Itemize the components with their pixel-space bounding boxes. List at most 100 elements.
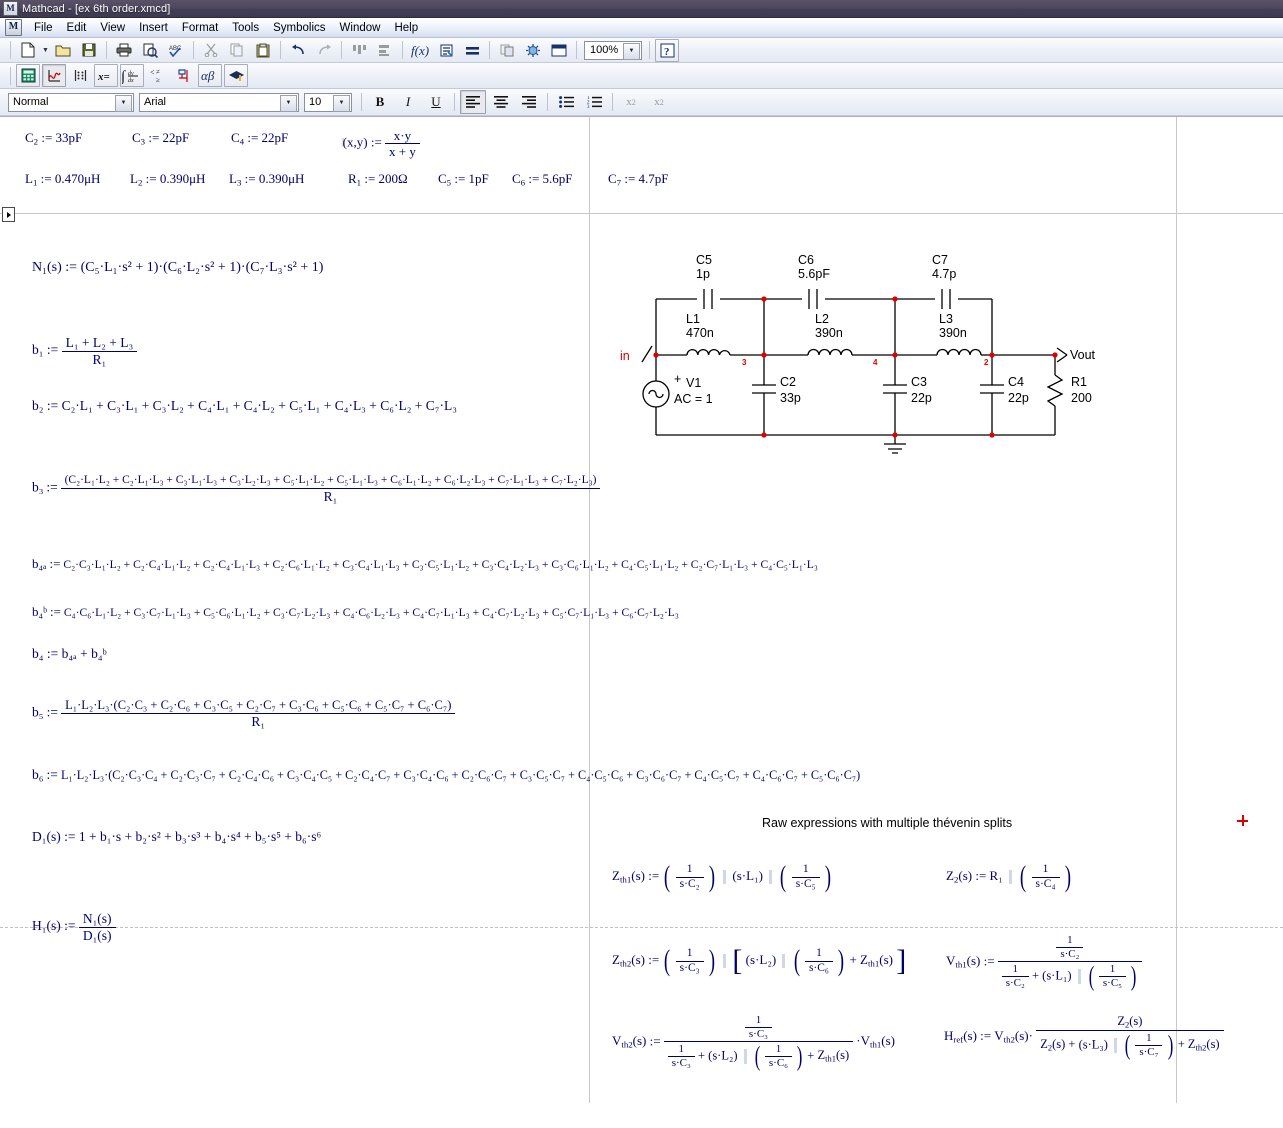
italic-button[interactable]: I xyxy=(395,90,421,114)
bullet-list-button[interactable] xyxy=(553,90,579,114)
definition-b2[interactable]: b₂ := C₂·L₁ + C₃·L₁ + C₃·L₂ + C₄·L₁ + C₄… xyxy=(32,399,457,413)
print-preview-icon[interactable] xyxy=(138,39,162,62)
definition-Zth2[interactable]: Zth2(s) := ( 1 s·C₃ ) [ (s·L₂) ( 1 s·C₆ … xyxy=(612,946,906,976)
superscript-button[interactable]: x2 xyxy=(618,90,644,114)
definition-L2[interactable]: L2 := 0.390μH xyxy=(130,172,205,187)
chevron-down-icon[interactable]: ▼ xyxy=(115,94,132,112)
definition-b4b[interactable]: b₄ᵇ := C₄·C₆·L₁·L₂ + C₃·C₇·L₁·L₃ + C₅·C₆… xyxy=(32,605,679,619)
definition-L3[interactable]: L3 := 0.390μH xyxy=(229,172,304,187)
spell-check-icon[interactable]: ABC xyxy=(164,39,188,62)
zoom-combobox[interactable]: 100% ▼ xyxy=(584,40,642,60)
menu-edit[interactable]: Edit xyxy=(60,20,94,36)
undo-icon[interactable] xyxy=(286,39,310,62)
definition-C7-value: 4.7pF xyxy=(638,171,669,186)
denominator-term-b: (s·L₁) xyxy=(1042,968,1072,983)
programming-palette-icon[interactable] xyxy=(172,64,196,87)
definition-C6[interactable]: C6 := 5.6pF xyxy=(512,172,573,187)
boolean-palette-icon[interactable]: < ≠ ≥ xyxy=(146,64,170,87)
paste-icon[interactable] xyxy=(251,39,275,62)
definition-Vth2-multiplier: ·Vth1(s) xyxy=(856,1033,896,1050)
menu-window[interactable]: Window xyxy=(333,20,388,36)
insert-hyperlink-icon[interactable] xyxy=(495,39,519,62)
definition-Zth1[interactable]: Zth1(s) := ( 1 s·C₂ ) (s·L₁) ( 1 s·C₅ ) xyxy=(612,862,833,892)
definition-D1[interactable]: D₁(s) := 1 + b₁·s + b₂·s² + b₃·s³ + b₄·s… xyxy=(32,830,321,844)
menu-format[interactable]: Format xyxy=(175,20,225,36)
align-across-icon[interactable] xyxy=(347,39,371,62)
definition-C3[interactable]: C3 := 22pF xyxy=(132,131,189,146)
definition-C2[interactable]: C2 := 33pF xyxy=(25,131,82,146)
font-size-combobox[interactable]: 10 ▼ xyxy=(304,92,352,112)
menu-file[interactable]: File xyxy=(27,20,60,36)
filter-circuit-diagram[interactable]: C5 1p C6 5.6pF C7 4.7p L1 470n L2 390n L… xyxy=(612,245,1152,460)
calculus-palette-icon[interactable]: ∫ dy dx xyxy=(120,64,144,87)
insert-area-icon[interactable] xyxy=(547,39,571,62)
symbolic-palette-icon[interactable] xyxy=(224,64,248,87)
definition-N1[interactable]: N₁(s) := (C₅·L₁·s² + 1)·(C₆·L₂·s² + 1)·(… xyxy=(32,261,323,275)
open-paren: ( xyxy=(793,944,800,977)
definition-b4a[interactable]: b₄ₐ := C₂·C₃·L₁·L₂ + C₂·C₄·L₁·L₂ + C₂·C₄… xyxy=(32,557,818,571)
align-right-button[interactable] xyxy=(516,90,542,114)
underline-button[interactable]: U xyxy=(423,90,449,114)
evaluation-palette-icon[interactable]: x= xyxy=(94,64,118,87)
definition-b1-lhs: b₁ xyxy=(32,342,44,358)
menu-symbolics[interactable]: Symbolics xyxy=(266,20,332,36)
open-folder-icon[interactable] xyxy=(51,39,75,62)
menu-tools[interactable]: Tools xyxy=(225,20,266,36)
definition-C5[interactable]: C5 := 1pF xyxy=(438,172,489,187)
calculate-equals-icon[interactable] xyxy=(460,39,484,62)
definition-b3[interactable]: b₃ := (C₂·L₁·L₂ + C₂·L₁·L₃ + C₃·L₁·L₃ + … xyxy=(32,474,601,503)
definition-Href[interactable]: Href(s) := Vth2(s)· Z2(s) Z2(s) + (s·L₃)… xyxy=(944,1015,1224,1059)
calculator-palette-icon[interactable] xyxy=(16,64,40,87)
chevron-down-icon[interactable]: ▼ xyxy=(280,94,297,112)
definition-N1-rhs: (C₅·L₁·s² + 1)·(C₆·L₂·s² + 1)·(C₇·L₃·s² … xyxy=(80,260,324,275)
chevron-down-icon[interactable]: ▼ xyxy=(333,94,350,112)
insert-unit-icon[interactable] xyxy=(434,39,458,62)
definition-H1-lhs: H₁(s) xyxy=(32,918,61,934)
definition-L1[interactable]: L1 := 0.470μH xyxy=(25,172,100,187)
definition-C7[interactable]: C7 := 4.7pF xyxy=(608,172,669,187)
definition-Z2[interactable]: Z2(s) := R₁ ( 1 s·C₄ ) xyxy=(946,862,1073,892)
bold-button[interactable]: B xyxy=(367,90,393,114)
definition-C4[interactable]: C4 := 22pF xyxy=(231,131,288,146)
redo-icon[interactable] xyxy=(312,39,336,62)
new-document-icon[interactable] xyxy=(16,39,40,62)
definition-R1[interactable]: R1 := 200Ω xyxy=(348,172,408,187)
definition-H1[interactable]: H₁(s) := N₁(s) D₁(s) xyxy=(32,912,116,942)
insert-function-icon[interactable]: f(x) xyxy=(408,39,432,62)
definition-b1[interactable]: b₁ := L₁ + L₂ + L₃ R₁ xyxy=(32,336,138,366)
definition-b5[interactable]: b₅ := L₁·L₂·L₃·(C₂·C₃ + C₂·C₆ + C₃·C₅ + … xyxy=(32,699,456,728)
graph-palette-icon[interactable] xyxy=(42,64,66,87)
copy-icon[interactable] xyxy=(225,39,249,62)
definition-Href-fraction: Z2(s) Z2(s) + (s·L₃) ( 1 s·C₇ ) + Zth2(s… xyxy=(1036,1015,1224,1059)
matrix-palette-icon[interactable] xyxy=(68,64,92,87)
help-icon[interactable]: ? xyxy=(655,38,679,62)
menu-insert[interactable]: Insert xyxy=(132,20,175,36)
page-break-handle[interactable] xyxy=(2,207,15,222)
chevron-down-icon[interactable]: ▼ xyxy=(623,42,640,60)
definition-b6[interactable]: b₆ := L₁·L₂·L₃·(C₂·C₃·C₄ + C₂·C₃·C₇ + C₂… xyxy=(32,768,860,782)
new-document-dropdown-icon[interactable]: ▼ xyxy=(41,40,50,61)
align-center-button[interactable] xyxy=(488,90,514,114)
toolbar-divider xyxy=(454,93,455,111)
menu-help[interactable]: Help xyxy=(387,20,425,36)
subscript-button[interactable]: x2 xyxy=(646,90,672,114)
definition-parallel-operator[interactable]: ‖(x,y) := x·y x + y xyxy=(341,129,420,158)
numbered-list-button[interactable]: 123 xyxy=(581,90,607,114)
cut-scissors-icon[interactable] xyxy=(199,39,223,62)
definition-Vth1[interactable]: Vth1(s) := 1 s·C₂ 1 s·C₂ + (s·L₁) ( 1 s·… xyxy=(946,935,1143,990)
definition-b4[interactable]: b₄ := b₄ₐ + b₄ᵇ xyxy=(32,647,107,661)
save-icon[interactable] xyxy=(77,39,101,62)
document-menu-icon[interactable]: M xyxy=(5,19,22,36)
menu-view[interactable]: View xyxy=(93,20,132,36)
print-icon[interactable] xyxy=(112,39,136,62)
align-left-button[interactable] xyxy=(460,90,486,114)
definition-b4b-lhs: b₄ᵇ xyxy=(32,604,48,619)
align-down-icon[interactable] xyxy=(373,39,397,62)
window-titlebar: M Mathcad - [ex 6th order.xmcd] xyxy=(0,0,1283,18)
greek-palette-icon[interactable]: αβ xyxy=(198,64,222,87)
definition-Vth2[interactable]: Vth2(s) := 1 s·C₃ 1 s·C₃ + (s·L₂) ( 1 s·… xyxy=(612,1015,895,1070)
worksheet-canvas[interactable]: C2 := 33pF C3 := 22pF C4 := 22pF ‖(x,y) … xyxy=(0,116,1283,1103)
font-family-combobox[interactable]: Arial ▼ xyxy=(139,92,299,112)
paragraph-style-combobox[interactable]: Normal ▼ xyxy=(8,92,134,112)
insert-component-icon[interactable] xyxy=(521,39,545,62)
